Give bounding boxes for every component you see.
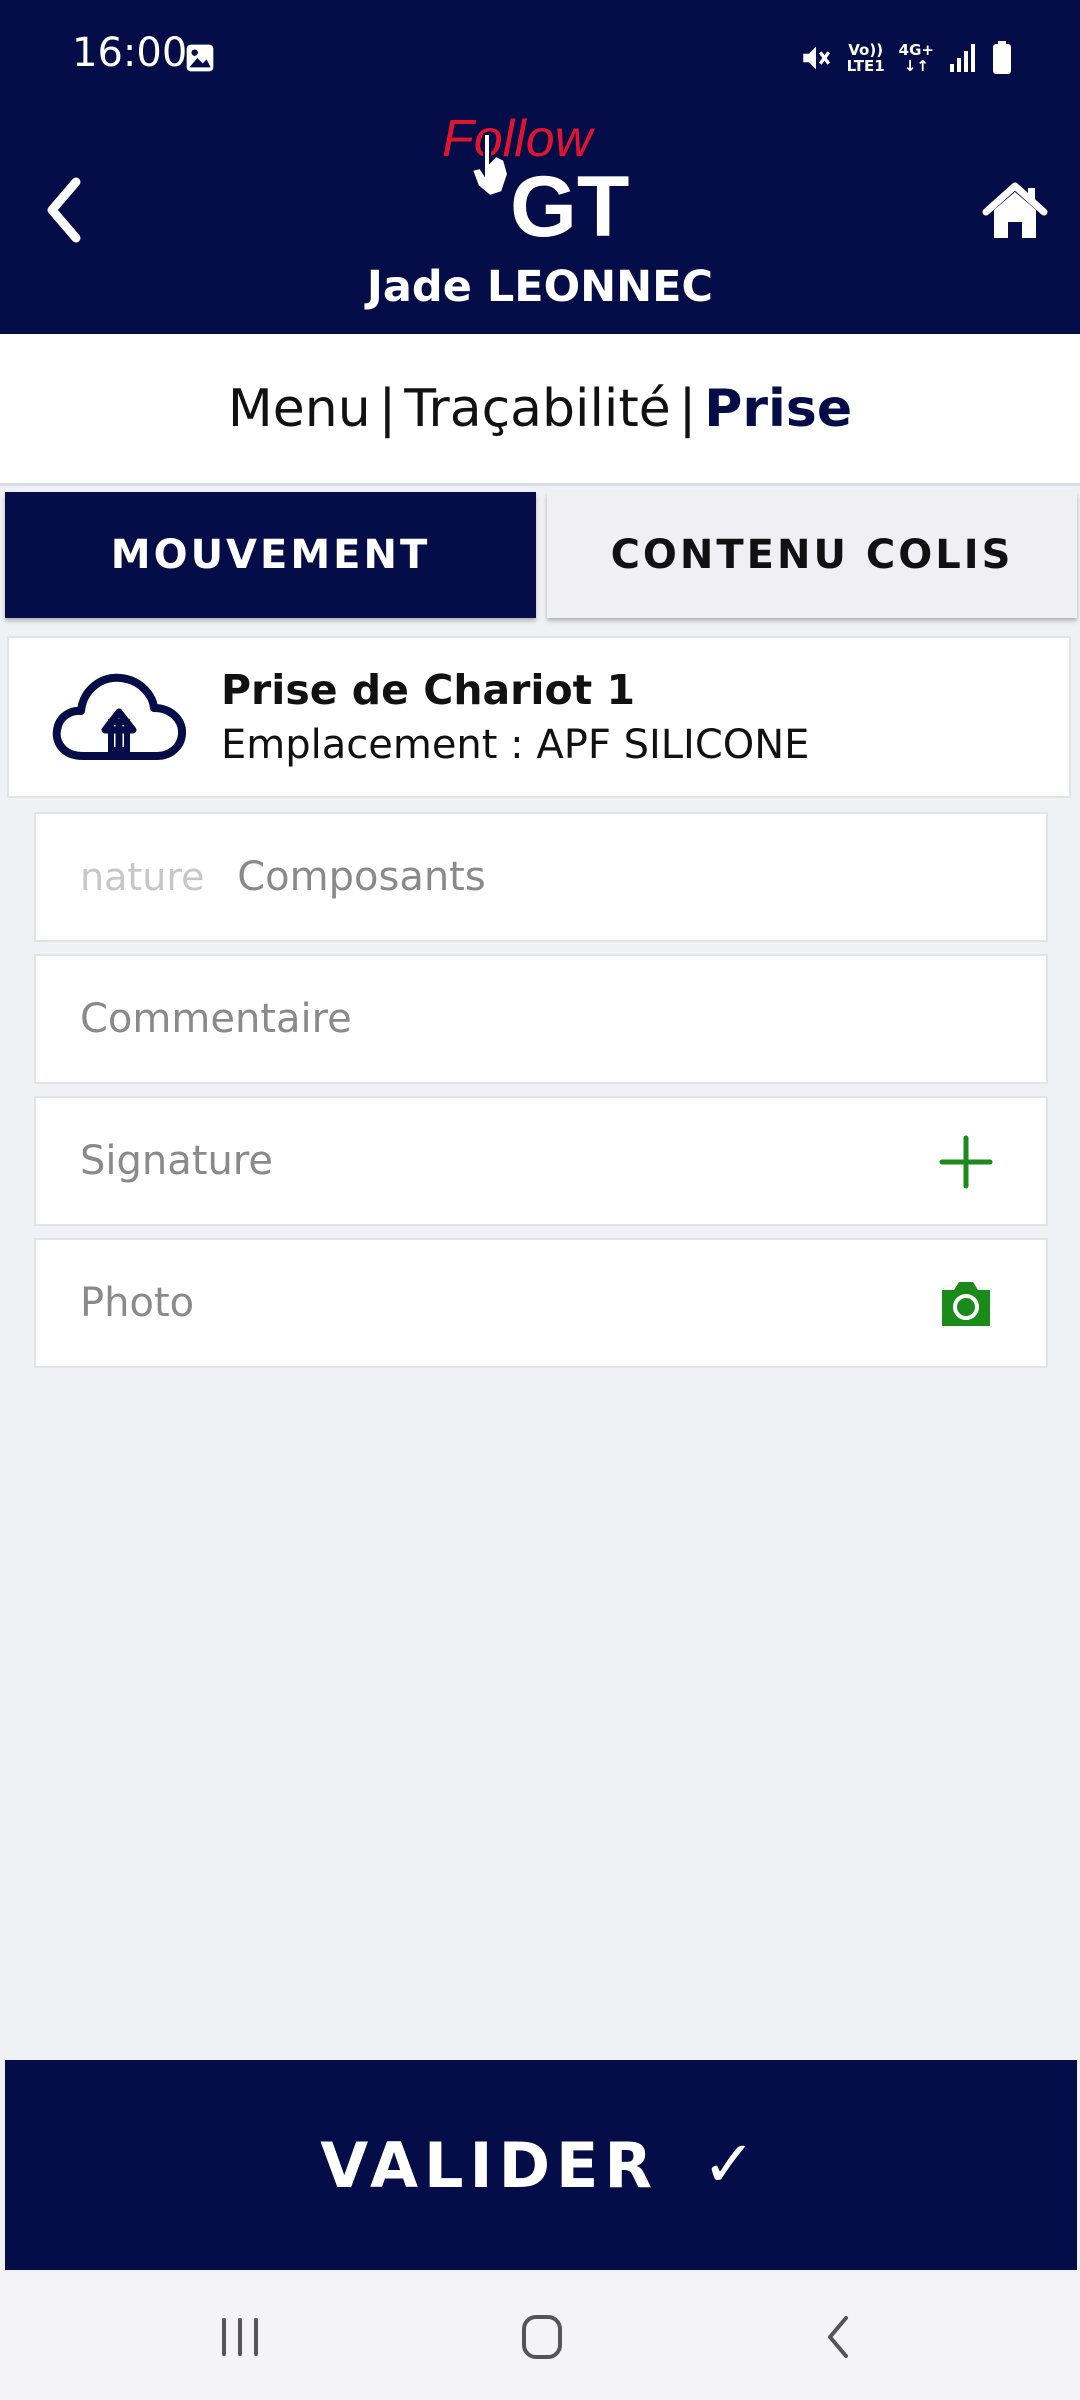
back-icon[interactable] (800, 2302, 880, 2372)
movement-card: Prise de Chariot 1 Emplacement : APF SIL… (7, 636, 1071, 798)
follow-gt-logo: Follow GT (442, 110, 629, 244)
mute-icon (802, 46, 830, 70)
network-volte-top: Vo)) (848, 41, 884, 59)
check-icon: ✓ (702, 2128, 762, 2202)
comment-field-placeholder: Commentaire (80, 996, 352, 1042)
movement-location: Emplacement : APF SILICONE (221, 722, 810, 768)
app-header: 16:00 Vo)) LTE1 4G+ ↓↑ Follow GT Jade LE… (0, 0, 1080, 334)
breadcrumb: Menu | Traçabilité | Prise (0, 334, 1080, 486)
movement-title: Prise de Chariot 1 (221, 666, 636, 714)
status-icons: Vo)) LTE1 4G+ ↓↑ (799, 38, 1012, 78)
battery-icon (993, 41, 1011, 74)
validate-label: VALIDER (320, 2128, 659, 2202)
tab-contenu-colis[interactable]: CONTENU COLIS (547, 492, 1077, 618)
nature-field[interactable]: nature Composants (34, 812, 1048, 942)
signature-field[interactable]: Signature (34, 1096, 1048, 1226)
user-name: Jade LEONNEC (366, 262, 714, 312)
camera-icon[interactable] (938, 1276, 994, 1332)
logo-word-gt: GT (510, 159, 629, 244)
nature-field-value: Composants (237, 854, 486, 900)
back-button[interactable] (36, 170, 92, 250)
network-volte-bottom: LTE1 (846, 57, 885, 75)
photo-field[interactable]: Photo (34, 1238, 1048, 1368)
status-time: 16:00 (72, 30, 188, 76)
tab-bar: MOUVEMENT CONTENU COLIS (0, 490, 1080, 620)
photo-field-placeholder: Photo (80, 1280, 195, 1326)
home-circle-icon[interactable] (502, 2302, 582, 2372)
signal-icon (950, 44, 975, 72)
system-nav-bar (0, 2272, 1080, 2400)
nature-field-label: nature (80, 855, 205, 899)
screen: 16:00 Vo)) LTE1 4G+ ↓↑ Follow GT Jade LE… (0, 0, 1080, 2400)
network-type-label: 4G+ (898, 41, 934, 59)
signature-field-placeholder: Signature (80, 1138, 273, 1184)
home-icon (982, 182, 1048, 238)
plus-icon[interactable] (938, 1134, 994, 1190)
chevron-left-icon (47, 177, 81, 243)
tab-mouvement[interactable]: MOUVEMENT (5, 492, 536, 618)
validate-button[interactable]: VALIDER ✓ (5, 2060, 1077, 2270)
data-arrows-icon: ↓↑ (903, 57, 929, 75)
comment-field[interactable]: Commentaire (34, 954, 1048, 1084)
breadcrumb-separator: | (678, 378, 697, 439)
breadcrumb-separator: | (378, 378, 397, 439)
network-volte: Vo)) LTE1 (847, 42, 885, 74)
home-button[interactable] (982, 182, 1048, 242)
recents-icon[interactable] (200, 2302, 280, 2372)
nature-field-content: nature Composants (80, 814, 486, 940)
breadcrumb-item-menu[interactable]: Menu (228, 379, 371, 439)
cloud-upload-icon (52, 673, 186, 760)
image-icon (186, 44, 214, 72)
breadcrumb-item-tracabilite[interactable]: Traçabilité (404, 379, 671, 439)
breadcrumb-current: Prise (704, 378, 853, 439)
network-type: 4G+ ↓↑ (899, 42, 934, 74)
